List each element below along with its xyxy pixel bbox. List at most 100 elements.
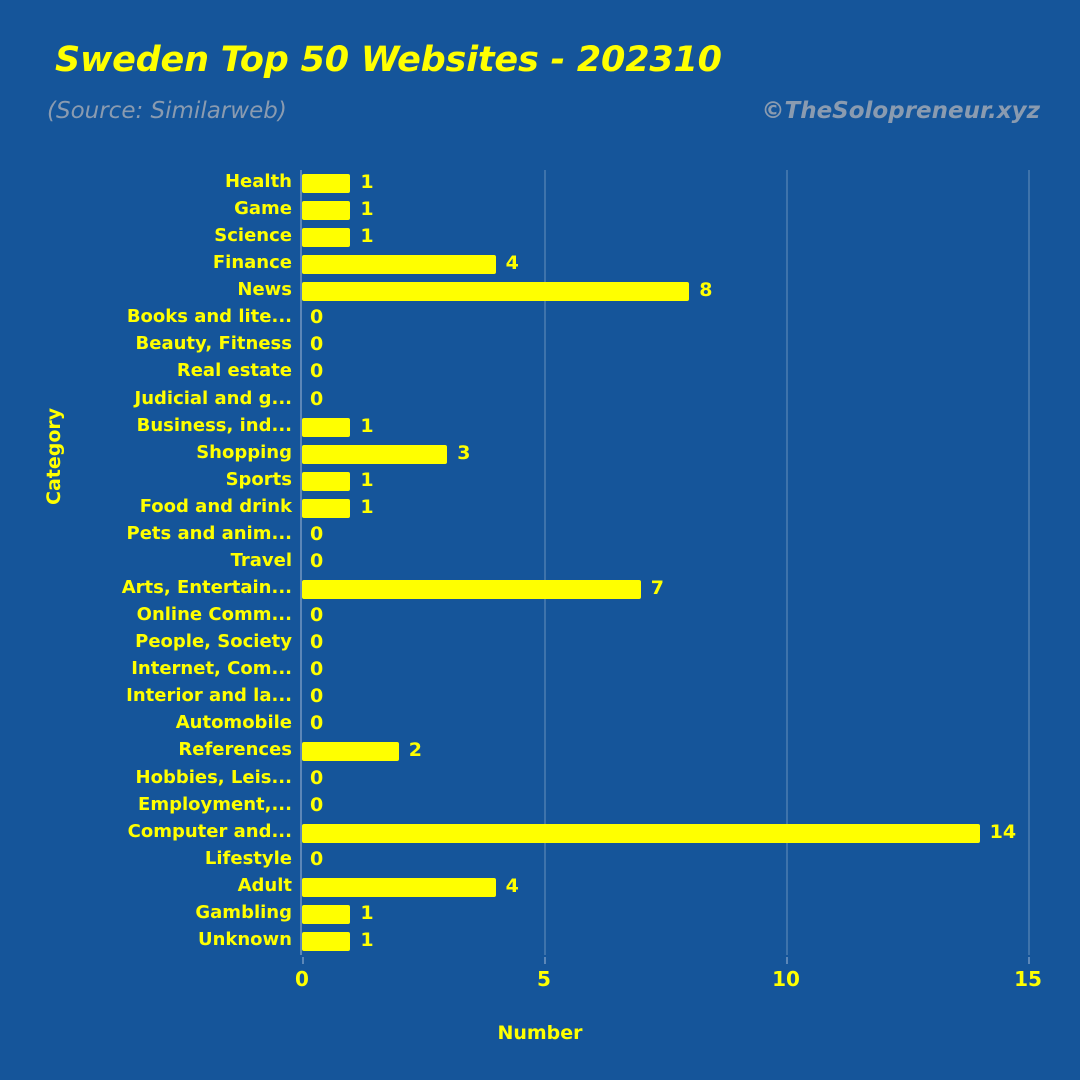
bar-value-label: 8 <box>699 279 713 302</box>
category-label: Shopping <box>196 441 292 463</box>
bar-value-label: 0 <box>310 793 324 816</box>
chart-row: Game 1 <box>234 197 1028 224</box>
category-label: Interior and la... <box>126 685 292 707</box>
category-label: Arts, Entertain... <box>121 577 292 599</box>
category-label: Pets and anim... <box>126 522 293 544</box>
bar-value-label: 4 <box>505 874 519 897</box>
page-title: Sweden Top 50 Websites - 202310 <box>55 40 722 80</box>
chart-row: Gambling 1 <box>195 901 1028 928</box>
chart-row: Automobile 0 <box>176 711 1028 738</box>
category-label: Lifestyle <box>204 847 292 869</box>
category-label: Business, ind... <box>136 414 292 436</box>
chart-row: Finance 4 <box>213 251 1028 278</box>
bar-value-label: 7 <box>650 577 665 600</box>
bar <box>302 282 690 302</box>
category-label: Books and lite... <box>126 306 292 328</box>
chart-row: Judicial and g... 0 <box>135 387 1028 414</box>
bar <box>302 580 641 600</box>
bar-value-label: 0 <box>310 360 324 383</box>
bar-value-label: 3 <box>457 441 471 464</box>
x-axis: 0 5 10 15 <box>295 957 1042 1003</box>
chart-row: Shopping 3 <box>196 441 1028 468</box>
category-label: People, Society <box>135 631 292 653</box>
category-label: Automobile <box>175 712 292 734</box>
x-tick-mark <box>302 957 304 964</box>
bar-value-label: 0 <box>310 306 324 329</box>
x-tick-label: 10 <box>772 967 800 991</box>
category-label: Health <box>224 171 292 192</box>
bar-value-label: 0 <box>310 658 324 681</box>
bar-value-label: 0 <box>310 549 324 572</box>
chart-row: Interior and la... 0 <box>126 684 1028 711</box>
bar-value-label: 1 <box>360 171 374 193</box>
chart-canvas: Sweden Top 50 Websites - 202310 (Source:… <box>0 0 1080 1080</box>
bar-value-label: 1 <box>360 198 374 221</box>
x-tick-mark <box>786 957 788 964</box>
chart-row: References 2 <box>178 738 1028 765</box>
bar-value-label: 0 <box>310 712 324 735</box>
bar-value-label: 4 <box>505 252 519 275</box>
bar-value-label: 0 <box>310 387 324 410</box>
bar <box>302 904 351 924</box>
bar-value-label: 1 <box>360 901 374 924</box>
category-label: Beauty, Fitness <box>135 333 292 355</box>
chart-row: Unknown 1 <box>198 928 1028 955</box>
bar-value-label: 1 <box>360 414 374 437</box>
bar <box>302 742 399 762</box>
category-label: News <box>237 279 292 301</box>
chart-row: Books and lite... 0 <box>127 305 1028 332</box>
bar-value-label: 14 <box>989 820 1017 843</box>
category-label: Sports <box>225 468 292 490</box>
category-label: Game <box>234 198 292 220</box>
chart-row: Business, ind... 1 <box>137 414 1028 441</box>
category-label: Gambling <box>195 901 292 923</box>
category-label: Real estate <box>176 360 292 382</box>
bar <box>302 417 351 437</box>
bar-value-label: 0 <box>310 685 324 708</box>
chart-row: Health 1 <box>225 170 1028 197</box>
bar-value-label: 0 <box>310 522 324 545</box>
chart-row: People, Society 0 <box>135 630 1028 657</box>
category-label: Hobbies, Leis... <box>135 766 292 788</box>
bar-value-label: 1 <box>360 225 374 248</box>
chart-row: Employment,... 0 <box>138 793 1028 820</box>
bar-value-label: 0 <box>310 631 324 654</box>
chart-row: Science 1 <box>214 224 1028 251</box>
bar <box>302 823 980 843</box>
category-label: Internet, Com... <box>131 658 292 680</box>
chart-row: Lifestyle 0 <box>205 847 1028 874</box>
category-label: Judicial and g... <box>134 387 293 409</box>
bar-value-label: 0 <box>310 604 324 627</box>
chart-row: Travel 0 <box>231 549 1028 576</box>
x-tick-label: 5 <box>537 967 551 991</box>
chart-row: Sports 1 <box>226 468 1028 495</box>
chart-row: Arts, Entertain... 7 <box>122 576 1028 603</box>
category-label: Online Comm... <box>136 604 292 626</box>
category-label: Travel <box>230 549 292 571</box>
bar <box>302 877 496 897</box>
x-tick-label: 0 <box>295 967 309 991</box>
chart-row: Real estate 0 <box>177 359 1028 386</box>
chart-row: Internet, Com... 0 <box>131 657 1028 684</box>
category-label: Computer and... <box>127 820 292 842</box>
bar <box>302 174 351 193</box>
chart-subtitle: (Source: Similarweb) <box>47 98 287 124</box>
category-label: Science <box>214 225 292 247</box>
bar-value-label: 0 <box>310 766 324 789</box>
category-label: Unknown <box>197 928 292 950</box>
category-label: Finance <box>212 252 292 274</box>
bar <box>302 201 351 221</box>
chart-row: Food and drink 1 <box>140 495 1028 522</box>
bar <box>302 931 351 951</box>
chart-row: Online Comm... 0 <box>137 603 1028 630</box>
bar-value-label: 2 <box>408 739 423 762</box>
bar <box>302 255 496 275</box>
y-axis-title: Category <box>43 407 65 505</box>
x-tick-mark <box>544 957 546 964</box>
category-label: Adult <box>237 874 292 896</box>
chart-row: News 8 <box>237 278 1028 305</box>
bar-value-label: 1 <box>360 928 374 951</box>
x-tick-label: 15 <box>1014 967 1042 991</box>
bar <box>302 471 351 491</box>
bar <box>302 498 351 518</box>
